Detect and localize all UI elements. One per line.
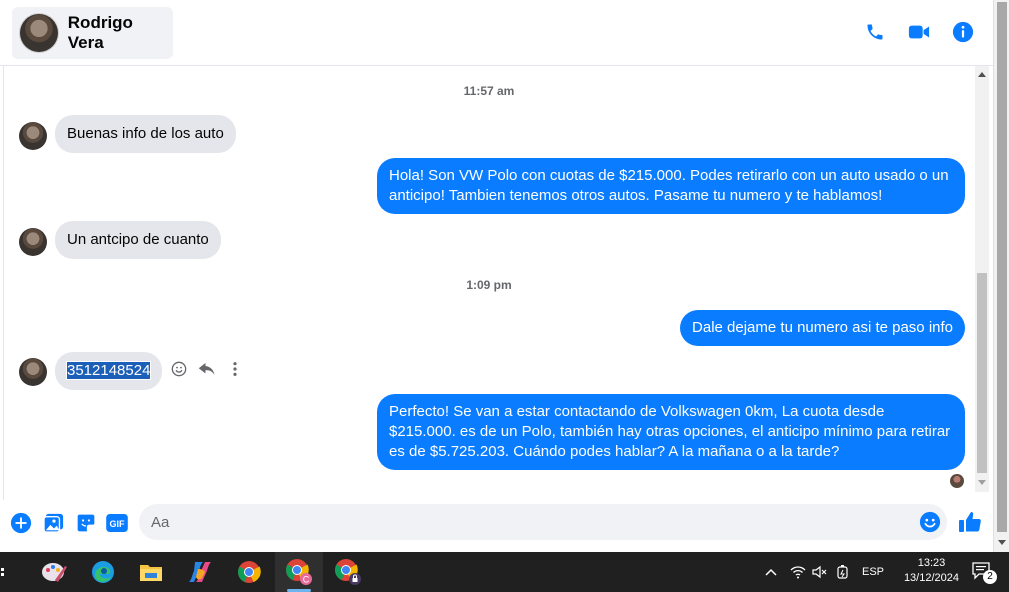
- page-scroll-down-arrow[interactable]: [998, 540, 1006, 545]
- language-indicator[interactable]: ESP: [862, 566, 884, 578]
- smiley-icon[interactable]: [170, 360, 188, 378]
- clock-time: 13:23: [917, 557, 946, 569]
- svg-text:C: C: [303, 575, 310, 585]
- contact-avatar-small: [19, 358, 47, 386]
- page-scrollbar-thumb[interactable]: [997, 2, 1007, 532]
- incoming-message: Un antcipo de cuanto: [55, 221, 221, 259]
- message-hover-actions: [170, 360, 244, 378]
- conversation-header: Rodrigo Vera: [0, 0, 993, 66]
- volume-muted-icon[interactable]: [812, 565, 828, 579]
- timestamp: 11:57 am: [463, 84, 515, 98]
- outgoing-message: Perfecto! Se van a estar contactando de …: [377, 394, 965, 470]
- timestamp: 1:09 pm: [466, 278, 512, 292]
- clock-date: 13/12/2024: [903, 572, 959, 584]
- contact-name: Rodrigo Vera: [67, 13, 133, 52]
- chrome-profile-lock-icon[interactable]: [324, 552, 372, 592]
- more-icon[interactable]: [226, 360, 244, 378]
- incoming-message: Buenas info de los auto: [55, 115, 236, 153]
- thread-scrollbar[interactable]: [975, 66, 989, 492]
- chrome-profile-c-icon[interactable]: C: [275, 552, 323, 592]
- left-divider: [0, 66, 4, 552]
- page-scrollbar[interactable]: [993, 0, 1009, 552]
- reply-icon[interactable]: [198, 360, 216, 378]
- messenger-window: Rodrigo Vera 11:57 am Buenas info de los…: [0, 0, 1009, 592]
- system-clock[interactable]: 13:23 13/12/2024: [904, 556, 959, 586]
- gif-label: GIF: [110, 519, 126, 529]
- wifi-icon[interactable]: [790, 565, 806, 579]
- sticker-icon[interactable]: [75, 512, 97, 534]
- windows-taskbar: C ESP 13:23 13/12/2024 2: [0, 552, 1009, 592]
- scroll-down-arrow[interactable]: [978, 480, 986, 485]
- message-input-box[interactable]: [139, 504, 947, 540]
- info-icon[interactable]: [951, 20, 975, 44]
- video-icon[interactable]: [907, 20, 931, 44]
- seen-indicator-avatar: [950, 474, 964, 488]
- plus-icon[interactable]: [10, 512, 32, 534]
- scroll-up-arrow[interactable]: [978, 72, 986, 77]
- contact-avatar-small: [19, 228, 47, 256]
- copilot-icon[interactable]: [176, 552, 224, 592]
- gif-icon[interactable]: GIF: [106, 512, 128, 534]
- contact-avatar: [19, 13, 59, 53]
- chrome-icon[interactable]: [225, 552, 273, 592]
- notification-count-badge: 2: [983, 570, 997, 584]
- file-explorer-icon[interactable]: [127, 552, 175, 592]
- battery-icon[interactable]: [836, 564, 852, 580]
- phone-icon[interactable]: [863, 20, 887, 44]
- message-thread: 11:57 am Buenas info de los auto Hola! S…: [5, 66, 973, 500]
- edge-icon[interactable]: [79, 552, 127, 592]
- thumbs-up-icon[interactable]: [958, 510, 982, 534]
- notification-center-icon[interactable]: 2: [971, 561, 997, 584]
- photo-icon[interactable]: [43, 512, 65, 534]
- message-input[interactable]: [151, 504, 911, 540]
- outgoing-message: Dale dejame tu numero asi te paso info: [680, 310, 965, 346]
- composer-bar: GIF: [0, 500, 993, 552]
- task-view-icon[interactable]: [0, 552, 14, 592]
- emoji-icon[interactable]: [919, 511, 941, 533]
- contact-profile-button[interactable]: Rodrigo Vera: [12, 7, 173, 59]
- outgoing-message: Hola! Son VW Polo con cuotas de $215.000…: [377, 158, 965, 214]
- system-tray: ESP: [764, 552, 884, 592]
- contact-avatar-small: [19, 122, 47, 150]
- thread-scrollbar-thumb[interactable]: [977, 273, 987, 473]
- tray-chevron-icon[interactable]: [764, 568, 778, 576]
- incoming-message-phone: 3512148524: [55, 352, 163, 390]
- selected-phone-number[interactable]: 3512148524: [65, 361, 152, 380]
- paint-icon[interactable]: [30, 552, 78, 592]
